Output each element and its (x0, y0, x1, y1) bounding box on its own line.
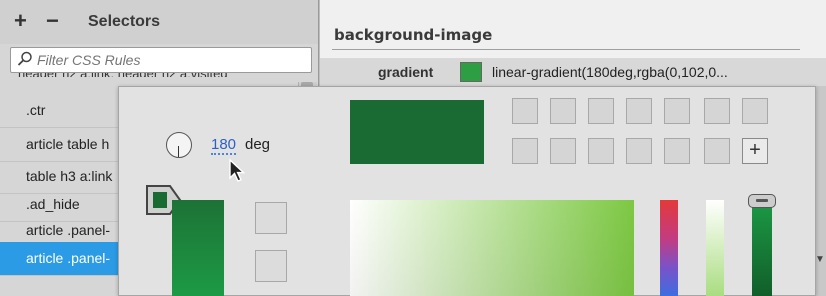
color-preset[interactable] (550, 138, 576, 164)
color-preset[interactable] (704, 138, 730, 164)
color-preset[interactable] (512, 98, 538, 124)
divider (332, 49, 800, 50)
color-preset[interactable] (704, 98, 730, 124)
opacity-slider[interactable] (706, 200, 724, 296)
color-preset[interactable] (626, 138, 652, 164)
stop-color-square[interactable] (255, 250, 287, 282)
angle-unit-label: deg (245, 136, 271, 153)
color-preset[interactable] (742, 98, 768, 124)
angle-value-input[interactable]: 180 (211, 136, 237, 155)
saturation-brightness-field[interactable] (350, 200, 634, 296)
gradient-label: gradient (378, 64, 434, 80)
angle-dial-indicator (178, 146, 179, 157)
property-name: background-image (334, 26, 493, 44)
color-preset[interactable] (664, 138, 690, 164)
selector-label: .ad_hide (26, 196, 80, 212)
slider-grip-icon (756, 199, 768, 202)
color-preset[interactable] (588, 138, 614, 164)
add-selector-button[interactable]: + (14, 9, 27, 33)
selector-label: table h3 a:link (26, 168, 113, 184)
selector-label: article .panel- (26, 250, 111, 266)
alpha-slider-track[interactable] (752, 200, 772, 296)
selector-label: .ctr (26, 102, 46, 118)
color-preset[interactable] (626, 98, 652, 124)
selector-label: article .panel- (26, 222, 111, 238)
search-icon (17, 51, 32, 66)
gradient-swatch[interactable] (460, 62, 482, 82)
color-preset[interactable] (512, 138, 538, 164)
color-preset[interactable] (664, 98, 690, 124)
selectors-title: Selectors (88, 13, 161, 30)
add-preset-button[interactable]: + (742, 138, 768, 164)
selector-label: article table h (26, 136, 110, 152)
stop-color-square[interactable] (255, 202, 287, 234)
mouse-pointer-icon (229, 158, 246, 182)
scroll-down-arrow-icon[interactable]: ▼ (815, 254, 825, 265)
angle-dial[interactable] (166, 132, 192, 158)
hue-slider[interactable] (660, 200, 678, 296)
remove-selector-button[interactable]: − (46, 9, 59, 33)
gradient-stop-bar[interactable] (172, 200, 224, 296)
color-preset[interactable] (588, 98, 614, 124)
filter-css-rules-input[interactable] (37, 50, 267, 70)
filter-css-rules-field[interactable] (10, 47, 312, 73)
color-preset[interactable] (550, 98, 576, 124)
gradient-value[interactable]: linear-gradient(180deg,rgba(0,102,0... (492, 64, 728, 80)
current-color-swatch (350, 100, 484, 164)
